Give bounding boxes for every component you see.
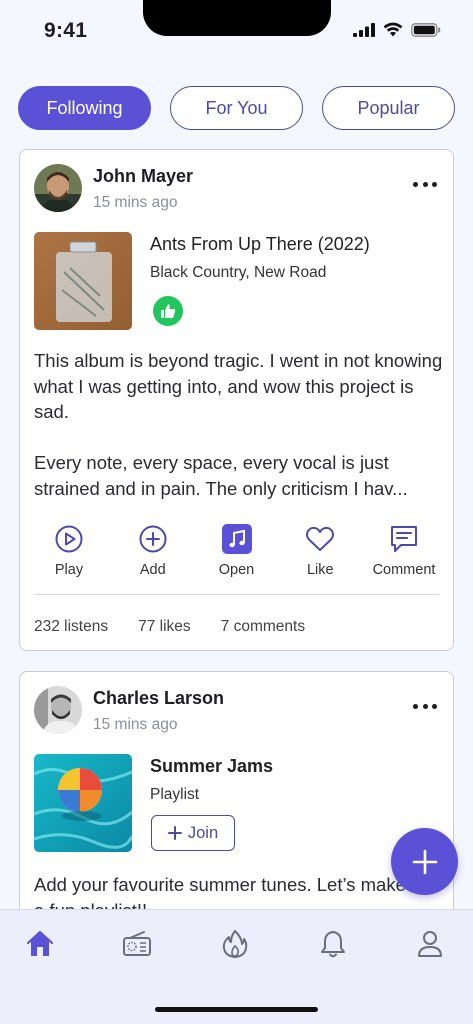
cellular-signal-icon <box>353 22 375 37</box>
open-button[interactable]: Open <box>202 522 272 578</box>
more-options-icon[interactable] <box>413 702 437 710</box>
thumbs-up-icon <box>153 296 183 326</box>
comments-count[interactable]: 7 comments <box>221 618 305 636</box>
post-timestamp: 15 mins ago <box>93 194 178 211</box>
home-indicator <box>155 1007 318 1012</box>
music-note-icon <box>221 524 252 554</box>
post-author[interactable]: Charles Larson <box>93 688 224 709</box>
device-notch <box>143 0 331 36</box>
post-body-paragraph: Every note, every space, every vocal is … <box>34 452 408 499</box>
heart-icon <box>306 526 335 551</box>
home-icon <box>26 930 54 956</box>
flame-icon <box>222 930 248 958</box>
join-button[interactable]: Join <box>151 815 235 851</box>
playlist-cover[interactable] <box>34 754 132 852</box>
comment-label: Comment <box>372 562 436 578</box>
plus-icon <box>167 826 182 840</box>
nav-home[interactable] <box>24 928 56 960</box>
tab-for-you[interactable]: For You <box>170 86 303 130</box>
tab-popular[interactable]: Popular <box>322 86 455 130</box>
like-label: Like <box>306 562 334 578</box>
play-label: Play <box>54 562 84 578</box>
battery-icon <box>411 22 441 37</box>
post-stats: 232 listens 77 likes 7 comments <box>34 618 305 636</box>
wifi-icon <box>383 22 403 37</box>
profile-icon <box>418 931 442 957</box>
nav-notifications[interactable] <box>317 928 349 960</box>
comment-button[interactable]: Comment <box>369 522 439 578</box>
album-title[interactable]: Ants From Up There (2022) <box>150 234 370 255</box>
add-circle-icon <box>139 525 167 553</box>
divider <box>34 594 439 595</box>
join-label: Join <box>187 823 219 842</box>
nav-trending[interactable] <box>219 928 251 960</box>
feed-tabs: Following For You Popular <box>18 86 455 130</box>
status-time: 9:41 <box>44 19 88 42</box>
add-label: Add <box>139 562 166 578</box>
status-bar: 9:41 <box>0 0 473 60</box>
status-icons <box>353 22 441 37</box>
add-button[interactable]: Add <box>118 522 188 578</box>
post-card: John Mayer 15 mins ago Ants From Up Ther… <box>19 149 454 651</box>
nav-radio[interactable] <box>121 928 153 960</box>
create-post-button[interactable] <box>391 828 458 895</box>
album-cover[interactable] <box>34 232 132 330</box>
post-actions: Play Add Open Like Comment <box>34 522 439 578</box>
avatar[interactable] <box>34 164 82 212</box>
play-icon <box>55 525 83 553</box>
post-card: Charles Larson 15 mins ago Summer Jams P… <box>19 671 454 931</box>
post-timestamp: 15 mins ago <box>93 716 178 733</box>
comment-icon <box>391 526 417 552</box>
bell-icon <box>321 931 345 958</box>
artist-name: Black Country, New Road <box>150 264 327 281</box>
playlist-type: Playlist <box>150 786 200 803</box>
play-button[interactable]: Play <box>34 522 104 578</box>
plus-icon <box>412 849 437 874</box>
more-options-icon[interactable] <box>413 180 437 188</box>
radio-icon <box>123 931 151 956</box>
post-author[interactable]: John Mayer <box>93 166 193 187</box>
listens-count[interactable]: 232 listens <box>34 618 108 636</box>
playlist-title[interactable]: Summer Jams <box>150 756 273 777</box>
nav-profile[interactable] <box>414 928 446 960</box>
like-button[interactable]: Like <box>285 522 355 578</box>
likes-count[interactable]: 77 likes <box>138 618 191 636</box>
post-body-paragraph: This album is beyond tragic. I went in n… <box>34 350 443 422</box>
avatar[interactable] <box>34 686 82 734</box>
tab-following[interactable]: Following <box>18 86 151 130</box>
open-label: Open <box>218 562 255 578</box>
